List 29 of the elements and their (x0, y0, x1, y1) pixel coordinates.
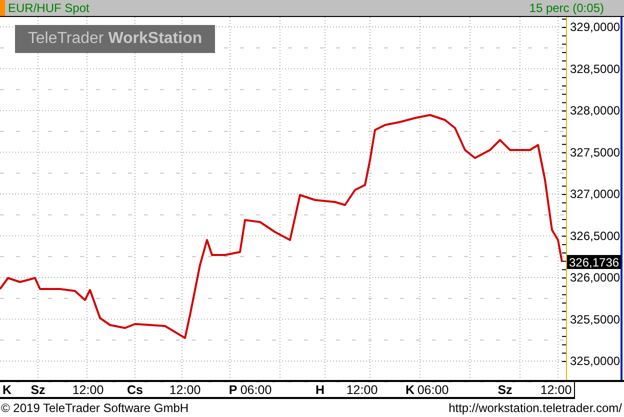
axis-label: 12:00 (540, 383, 572, 397)
interval-label: 15 perc (0:05) (529, 1, 604, 15)
logo-badge: TeleTrader WorkStation (15, 25, 215, 53)
axis-label: 325,5000 (570, 312, 620, 326)
axis-label: 326,0000 (570, 270, 620, 284)
axis-label: 328,0000 (570, 104, 620, 118)
axis-label: 325,0000 (570, 354, 620, 368)
copyright-text: © 2019 TeleTrader Software GmbH (1, 401, 189, 415)
instrument-title: EUR/HUF Spot (8, 1, 90, 15)
url-text: http://workstation.teletrader.com/ (448, 401, 622, 415)
axis-label: 06:00 (417, 383, 449, 397)
axis-label: 12:00 (346, 383, 378, 397)
axis-label: 06:00 (240, 383, 272, 397)
axis-label: Cs (127, 383, 143, 397)
axis-label: K (2, 383, 12, 397)
axis-label: P (228, 383, 238, 397)
axis-label: 329,0000 (570, 20, 620, 34)
accent-mark (0, 0, 5, 16)
axis-label: 12:00 (169, 383, 201, 397)
axis-label: 327,5000 (570, 145, 620, 160)
axis-label: 328,5000 (570, 62, 620, 76)
axis-label: Sz (30, 383, 46, 397)
axis-label: 326,5000 (570, 228, 620, 243)
axis-label: K (405, 383, 415, 397)
axis-label: 327,0000 (570, 187, 620, 201)
axis-label: Sz (498, 383, 512, 397)
axis-label: 12:00 (72, 383, 104, 397)
last-price-label: 326,1736 (567, 255, 621, 270)
axis-label: H (315, 383, 325, 397)
